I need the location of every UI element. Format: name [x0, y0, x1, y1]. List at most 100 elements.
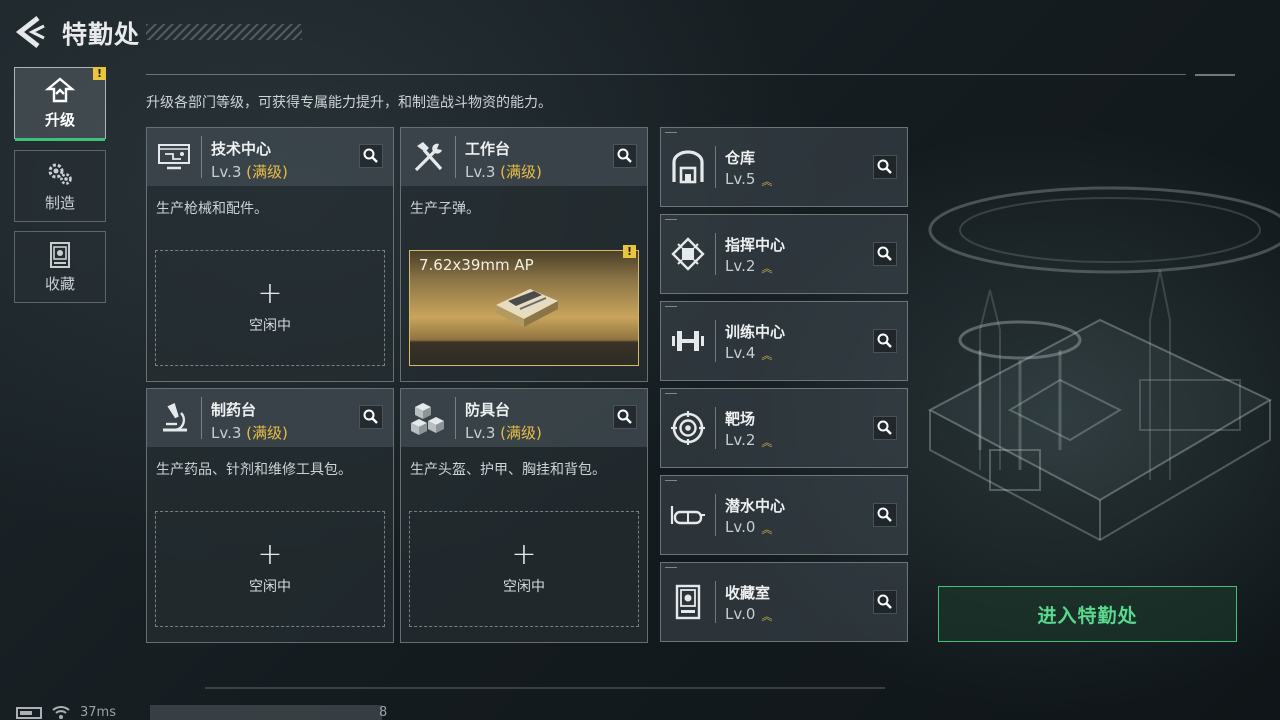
facility-diving-center[interactable]: 潜水中心 Lv.0 ︽ [660, 475, 908, 555]
back-button[interactable] [14, 14, 46, 50]
idle-production-slot[interactable]: + 空闲中 [155, 511, 385, 627]
facility-command-center[interactable]: 指挥中心 Lv.2 ︽ [660, 214, 908, 294]
product-name: 7.62x39mm AP [419, 256, 534, 274]
card-header: 防具台 Lv.3 (满级) [401, 389, 647, 447]
search-button[interactable] [873, 155, 897, 179]
facility-level: Lv.0 ︽ [725, 605, 772, 623]
facility-level: Lv.2 ︽ [725, 431, 772, 449]
nav-label: 升级 [44, 110, 75, 129]
search-button[interactable] [873, 503, 897, 527]
divider [1195, 74, 1235, 76]
facility-collection-room[interactable]: 收藏室 Lv.0 ︽ [660, 562, 908, 642]
search-icon [617, 409, 632, 424]
search-button[interactable] [873, 590, 897, 614]
upgrade-available-icon: ︽ [761, 175, 772, 188]
max-level-tag: (满级) [246, 424, 288, 442]
tech-center-icon [158, 144, 190, 170]
back-arrow-icon [15, 16, 45, 48]
upgrade-available-icon: ︽ [761, 523, 772, 536]
search-icon [877, 420, 892, 435]
workshop-level: Lv.3 (满级) [211, 424, 288, 442]
workshop-description: 生产药品、针剂和维修工具包。 [156, 462, 352, 478]
page-title: 特勤处 [62, 20, 141, 49]
upgrade-available-icon: ︽ [761, 436, 772, 449]
search-icon [877, 594, 892, 609]
alert-badge: ! [93, 67, 106, 80]
nav-label: 收藏 [44, 274, 75, 293]
title-decoration [146, 24, 302, 40]
plus-icon: + [257, 537, 283, 572]
microscope-icon [163, 402, 187, 432]
search-icon [877, 159, 892, 174]
nav-tab-collection[interactable]: 收藏 [14, 231, 106, 303]
workshop-description: 生产头盔、护甲、胸挂和背包。 [410, 462, 606, 478]
facility-training-center[interactable]: 训练中心 Lv.4 ︽ [660, 301, 908, 381]
search-icon [363, 148, 378, 163]
battery-icon [16, 707, 42, 719]
workshop-level: Lv.3 (满级) [465, 163, 542, 181]
ping-readout: 37ms [80, 705, 116, 720]
upgrade-icon [45, 76, 75, 102]
facility-name: 潜水中心 [725, 497, 786, 515]
workshop-card-tech-center[interactable]: 技术中心 Lv.3 (满级) 生产枪械和配件。 + 空闲中 [146, 127, 394, 382]
facility-level: Lv.4 ︽ [725, 344, 772, 362]
search-button[interactable] [873, 416, 897, 440]
search-button[interactable] [359, 405, 383, 429]
workshop-description: 生产枪械和配件。 [156, 201, 268, 217]
plus-icon: + [511, 537, 537, 572]
hammer-wrench-icon [414, 142, 443, 172]
search-button[interactable] [873, 242, 897, 266]
goggles-icon [670, 506, 705, 525]
facility-name: 收藏室 [725, 584, 771, 602]
search-button[interactable] [613, 144, 637, 168]
chat-count: 8 [379, 705, 388, 720]
search-button[interactable] [613, 405, 637, 429]
card-header: 技术中心 Lv.3 (满级) [147, 128, 393, 186]
ammo-box-icon [496, 289, 558, 327]
idle-status: 空闲中 [249, 318, 291, 334]
card-header: 工作台 Lv.3 (满级) [401, 128, 647, 186]
workshop-card-armor[interactable]: 防具台 Lv.3 (满级) 生产头盔、护甲、胸挂和背包。 + 空闲中 [400, 388, 648, 643]
nav-label: 制造 [44, 193, 75, 212]
workshop-name: 制药台 [211, 401, 257, 419]
nav-tab-upgrade[interactable]: 升级 ! [14, 67, 106, 141]
nav-tab-craft[interactable]: 制造 [14, 150, 106, 222]
idle-production-slot[interactable]: + 空闲中 [155, 250, 385, 366]
search-icon [877, 333, 892, 348]
workshop-level: Lv.3 (满级) [211, 163, 288, 181]
upgrade-available-icon: ︽ [761, 262, 772, 275]
target-icon [671, 411, 705, 445]
workshop-description: 生产子弹。 [410, 201, 480, 217]
page-description: 升级各部门等级，可获得专属能力提升，和制造战斗物资的能力。 [146, 95, 552, 111]
workshop-card-workbench[interactable]: 工作台 Lv.3 (满级) 生产子弹。 7.62x39mm AP ! [400, 127, 648, 382]
max-level-tag: (满级) [246, 163, 288, 181]
wifi-icon [52, 706, 70, 719]
base-schematic-illustration [927, 186, 1280, 542]
facility-name: 靶场 [725, 410, 756, 428]
workshop-card-pharmacy[interactable]: 制药台 Lv.3 (满级) 生产药品、针剂和维修工具包。 + 空闲中 [146, 388, 394, 643]
facility-shooting-range[interactable]: 靶场 Lv.2 ︽ [660, 388, 908, 468]
plus-icon: + [257, 276, 283, 311]
facility-name: 训练中心 [725, 323, 786, 341]
production-item[interactable]: 7.62x39mm AP [409, 250, 639, 366]
gears-icon [48, 163, 72, 185]
max-level-tag: (满级) [500, 163, 542, 181]
idle-production-slot[interactable]: + 空闲中 [409, 511, 639, 627]
facility-warehouse[interactable]: 仓库 Lv.5 ︽ [660, 127, 908, 207]
idle-status: 空闲中 [503, 579, 545, 595]
facility-name: 指挥中心 [725, 236, 786, 254]
warehouse-icon [672, 150, 704, 184]
dumbbell-icon [672, 331, 704, 351]
search-button[interactable] [873, 329, 897, 353]
divider [146, 74, 1186, 75]
facility-level: Lv.2 ︽ [725, 257, 772, 275]
workshop-level: Lv.3 (满级) [465, 424, 542, 442]
chip-icon [671, 237, 705, 271]
chat-bar[interactable] [150, 705, 382, 720]
collection-room-icon [675, 584, 701, 620]
divider [205, 687, 885, 689]
search-button[interactable] [359, 144, 383, 168]
search-icon [877, 246, 892, 261]
enter-special-ops-button[interactable]: 进入特勤处 [938, 586, 1237, 642]
idle-status: 空闲中 [249, 579, 291, 595]
